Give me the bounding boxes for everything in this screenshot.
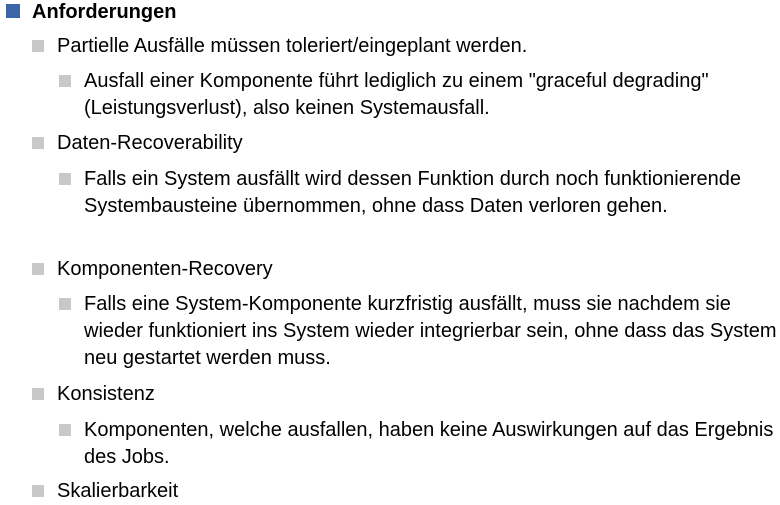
square-bullet-icon	[32, 485, 44, 497]
sub-list-item-text: Ausfall einer Komponente führt lediglich…	[84, 70, 709, 119]
sub-list-item-text: Komponenten, welche ausfallen, haben kei…	[84, 419, 774, 468]
square-bullet-icon	[32, 40, 44, 52]
sub-list-item: Ausfall einer Komponente führt lediglich…	[59, 68, 778, 122]
square-bullet-icon	[32, 137, 44, 149]
square-bullet-icon	[59, 298, 71, 310]
list-item-data-recoverability: Daten-Recoverability	[32, 130, 772, 157]
list-item-partial-failures: Partielle Ausfälle müssen toleriert/eing…	[32, 33, 772, 60]
list-item-label: Konsistenz	[57, 383, 155, 405]
heading-item: Anforderungen	[6, 0, 177, 26]
square-bullet-icon	[32, 263, 44, 275]
sub-list-item-text: Falls ein System ausfällt wird dessen Fu…	[84, 168, 742, 217]
square-bullet-icon	[59, 75, 71, 87]
square-bullet-icon	[59, 173, 71, 185]
sub-list-item: Falls eine System-Komponente kurzfristig…	[59, 291, 778, 372]
list-item-label: Partielle Ausfälle müssen toleriert/eing…	[57, 35, 528, 57]
list-item-consistency: Konsistenz	[32, 381, 772, 408]
list-item-component-recovery: Komponenten-Recovery	[32, 256, 772, 283]
square-bullet-icon	[6, 4, 20, 18]
list-item-scalability: Skalierbarkeit	[32, 478, 772, 505]
sub-list-item-text: Falls eine System-Komponente kurzfristig…	[84, 293, 777, 369]
slide: Anforderungen Partielle Ausfälle müssen …	[0, 0, 780, 504]
heading-text: Anforderungen	[32, 1, 177, 23]
square-bullet-icon	[32, 388, 44, 400]
sub-list-item: Komponenten, welche ausfallen, haben kei…	[59, 417, 778, 471]
square-bullet-icon	[59, 424, 71, 436]
list-item-label: Skalierbarkeit	[57, 480, 179, 502]
sub-list-item: Falls ein System ausfällt wird dessen Fu…	[59, 166, 778, 220]
list-item-label: Komponenten-Recovery	[57, 258, 273, 280]
list-item-label: Daten-Recoverability	[57, 132, 243, 154]
